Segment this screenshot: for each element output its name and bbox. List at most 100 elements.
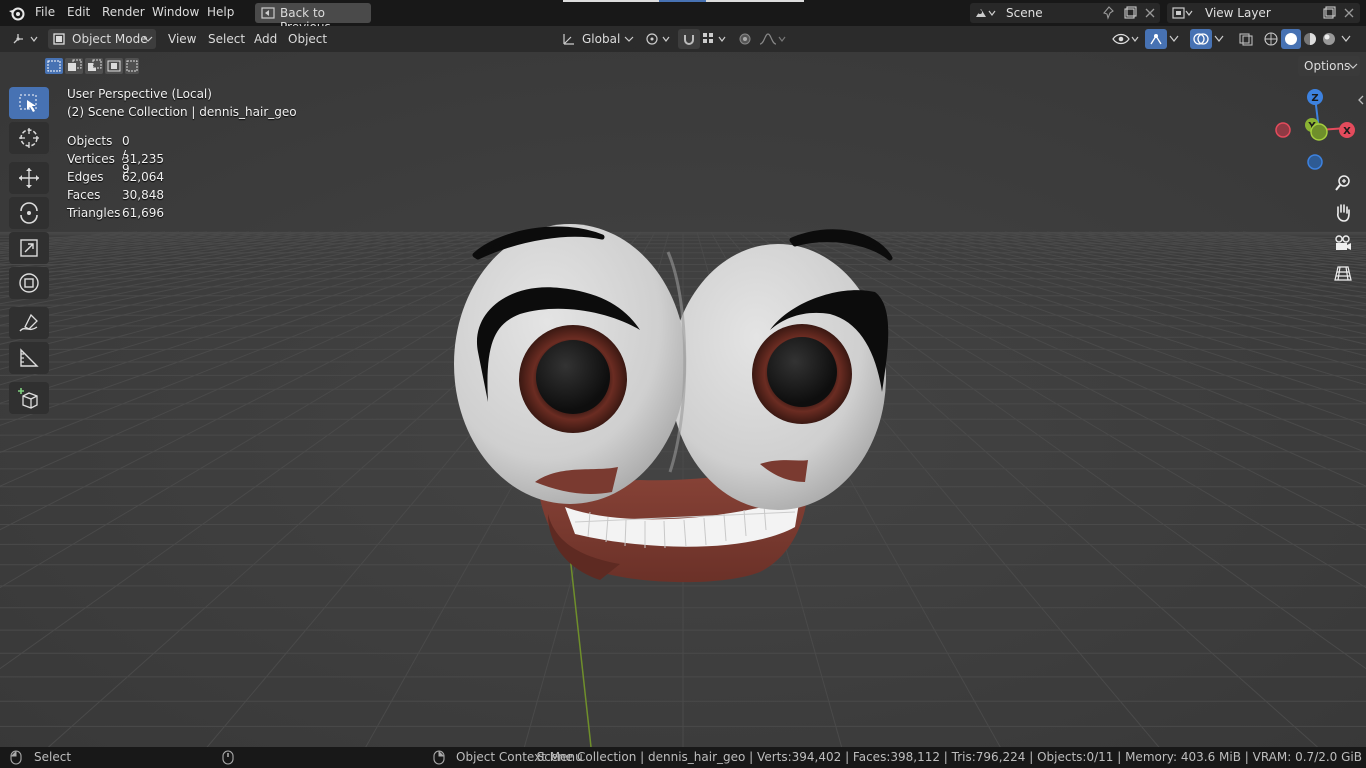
solid-shading-button[interactable] xyxy=(1281,29,1301,49)
stat-value: 61,696 xyxy=(122,206,164,220)
cursor-icon xyxy=(19,128,39,148)
overlays-toggle[interactable] xyxy=(1190,29,1212,49)
options-label: Options xyxy=(1304,59,1351,73)
stat-label: Triangles xyxy=(67,206,121,220)
menu-render[interactable]: Render xyxy=(102,5,145,19)
solid-shading-icon xyxy=(1285,33,1297,45)
cursor-tool[interactable] xyxy=(9,122,49,154)
view-layer-name: View Layer xyxy=(1205,6,1271,20)
status-left-action: Select xyxy=(34,750,72,764)
pin-icon[interactable] xyxy=(1102,6,1116,20)
x-axis-label: X xyxy=(1343,126,1351,137)
stat-label: Edges xyxy=(67,170,104,184)
move-icon xyxy=(19,168,39,188)
zoom-button[interactable] xyxy=(1330,170,1356,196)
add-cube-tool[interactable] xyxy=(9,382,49,414)
scene-icon xyxy=(976,9,996,17)
proportional-editing-icon[interactable] xyxy=(738,32,788,46)
3d-viewport[interactable]: User Perspective (Local) (2) Scene Colle… xyxy=(0,52,1366,747)
material-shading-icon[interactable] xyxy=(1302,31,1318,47)
chevron-down-icon[interactable] xyxy=(1340,35,1352,43)
view-layer-selector[interactable]: View Layer xyxy=(1167,3,1360,23)
camera-icon xyxy=(1335,235,1351,250)
scene-statistics: Scene Collection | dennis_hair_geo | Ver… xyxy=(536,750,1362,764)
editor-type-selector[interactable] xyxy=(8,29,42,49)
select-box-icon xyxy=(19,94,37,112)
perspective-label: User Perspective (Local) xyxy=(67,87,212,101)
back-screen-icon xyxy=(261,7,275,19)
orientation-icon xyxy=(563,34,574,45)
new-scene-icon[interactable] xyxy=(1123,6,1137,20)
hand-icon xyxy=(1337,204,1350,222)
close-scene-icon[interactable] xyxy=(1144,7,1156,19)
toggle-projection-button[interactable] xyxy=(1330,260,1356,286)
blender-logo-icon[interactable] xyxy=(8,5,26,21)
stat-value: 30,848 xyxy=(122,188,164,202)
chevron-down-icon xyxy=(143,36,153,42)
camera-view-button[interactable] xyxy=(1330,230,1356,256)
pivot-point-icon[interactable] xyxy=(645,32,673,46)
chevron-down-icon[interactable] xyxy=(1168,35,1180,43)
stat-value: 62,064 xyxy=(122,170,164,184)
header-menu-view[interactable]: View xyxy=(168,32,196,46)
scene-name: Scene xyxy=(1006,6,1043,20)
header-menu-select[interactable]: Select xyxy=(208,32,245,46)
menu-window[interactable]: Window xyxy=(152,5,199,19)
transform-icon xyxy=(19,273,39,293)
options-button[interactable]: Options xyxy=(1298,56,1360,76)
menu-edit[interactable]: Edit xyxy=(67,5,90,19)
active-workspace-indicator xyxy=(659,0,706,2)
scale-icon xyxy=(20,239,38,257)
stat-value: 31,235 xyxy=(122,152,164,166)
menu-file[interactable]: File xyxy=(35,5,55,19)
move-tool[interactable] xyxy=(9,162,49,194)
header-menu-object[interactable]: Object xyxy=(288,32,327,46)
gizmo-toggle[interactable] xyxy=(1145,29,1167,49)
xray-icon[interactable] xyxy=(1238,32,1254,46)
close-view-layer-icon[interactable] xyxy=(1343,7,1355,19)
transform-orientation-selector[interactable]: Global xyxy=(558,29,636,49)
snap-toggle[interactable] xyxy=(678,29,700,49)
mouse-right-icon xyxy=(433,750,445,765)
pencil-icon xyxy=(19,313,38,332)
new-view-layer-icon[interactable] xyxy=(1322,6,1336,20)
chevron-down-icon xyxy=(624,36,634,42)
stat-label: Vertices xyxy=(67,152,115,166)
ruler-icon xyxy=(20,348,39,367)
transform-tool[interactable] xyxy=(9,267,49,299)
rendered-shading-icon[interactable] xyxy=(1321,31,1337,47)
3d-viewport-icon xyxy=(13,34,38,44)
magnet-icon xyxy=(684,35,694,45)
snap-target-icon[interactable] xyxy=(702,32,730,46)
negative-x-axis-handle[interactable] xyxy=(1275,122,1291,138)
mode-selector[interactable]: Object Mode xyxy=(48,29,156,49)
mouse-left-icon xyxy=(10,750,22,765)
header-menu-add[interactable]: Add xyxy=(254,32,277,46)
gizmo-icon xyxy=(1150,34,1162,45)
top-menu-bar: File Edit Render Window Help Back to Pre… xyxy=(0,0,1366,34)
chevron-down-icon[interactable] xyxy=(1213,35,1225,43)
scale-tool[interactable] xyxy=(9,232,49,264)
scene-selector[interactable]: Scene xyxy=(970,3,1160,23)
annotate-tool[interactable] xyxy=(9,307,49,339)
add-cube-icon xyxy=(18,388,38,409)
select-box-tool[interactable] xyxy=(9,87,49,119)
transform-orientation-label: Global xyxy=(582,32,621,46)
status-bar: Select Object Context Menu Scene Collect… xyxy=(0,747,1366,768)
selection-mode-group xyxy=(44,57,140,75)
z-axis-label: Z xyxy=(1311,93,1318,104)
stat-label: Faces xyxy=(67,188,101,202)
overlays-icon xyxy=(1193,33,1209,45)
wireframe-shading-icon[interactable] xyxy=(1263,32,1279,48)
back-to-previous-button[interactable]: Back to Previous xyxy=(255,3,371,34)
negative-z-axis-handle[interactable] xyxy=(1307,154,1323,170)
navigation-gizmo[interactable]: Y X Z xyxy=(1268,82,1360,172)
measure-tool[interactable] xyxy=(9,342,49,374)
rotate-tool[interactable] xyxy=(9,197,49,229)
grid-projection-icon xyxy=(1334,266,1352,281)
zoom-icon xyxy=(1335,175,1350,191)
visibility-icon[interactable] xyxy=(1112,32,1140,46)
pan-button[interactable] xyxy=(1330,200,1356,226)
mode-label: Object Mode xyxy=(72,32,148,46)
menu-help[interactable]: Help xyxy=(207,5,234,19)
